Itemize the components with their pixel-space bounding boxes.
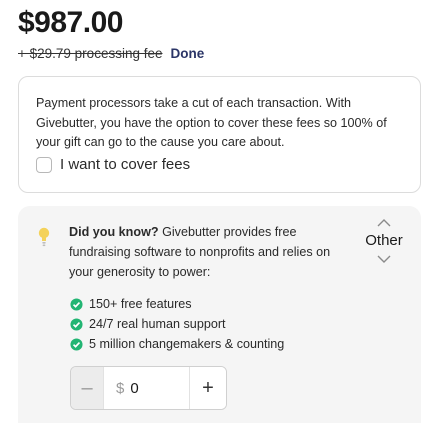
custom-tip-stepper: – $ 0 + — [70, 366, 227, 410]
list-item: 5 million changemakers & counting — [70, 334, 284, 354]
currency-symbol: $ — [116, 379, 125, 397]
check-circle-icon — [70, 337, 83, 351]
feature-label: 150+ free features — [89, 297, 192, 311]
cover-fees-card: Payment processors take a cut of each tr… — [18, 76, 421, 193]
feature-list: 150+ free features 24/7 real human suppo… — [70, 294, 284, 354]
tip-message: Did you know? Givebutter provides free f… — [69, 222, 339, 282]
increment-button[interactable]: + — [189, 367, 226, 409]
tip-heading: Did you know? — [69, 225, 159, 239]
lightbulb-icon — [38, 227, 50, 247]
tip-percentage-picker[interactable]: Other — [354, 218, 414, 284]
list-item: 150+ free features — [70, 294, 284, 314]
cover-fees-option[interactable]: I want to cover fees — [36, 156, 190, 173]
chevron-up-icon[interactable] — [377, 218, 391, 227]
feature-label: 5 million changemakers & counting — [89, 337, 285, 351]
tip-card: Did you know? Givebutter provides free f… — [18, 206, 421, 423]
tip-selection: Other — [365, 232, 403, 249]
processing-fee-text: + $29.79 processing fee — [18, 46, 163, 61]
fees-description: Payment processors take a cut of each tr… — [36, 96, 387, 149]
check-circle-icon — [70, 317, 83, 331]
custom-tip-value: 0 — [130, 379, 139, 397]
cover-fees-label: I want to cover fees — [60, 156, 191, 173]
check-circle-icon — [70, 297, 83, 311]
total-amount: $987.00 — [18, 6, 123, 39]
custom-tip-input[interactable]: $ 0 — [104, 367, 189, 409]
cover-fees-checkbox[interactable] — [36, 156, 52, 173]
feature-label: 24/7 real human support — [89, 317, 226, 331]
processing-fee-row: + $29.79 processing fee Done — [18, 46, 204, 61]
done-button[interactable]: Done — [170, 46, 204, 61]
decrement-button[interactable]: – — [71, 367, 104, 409]
list-item: 24/7 real human support — [70, 314, 284, 334]
chevron-down-icon[interactable] — [377, 255, 391, 264]
